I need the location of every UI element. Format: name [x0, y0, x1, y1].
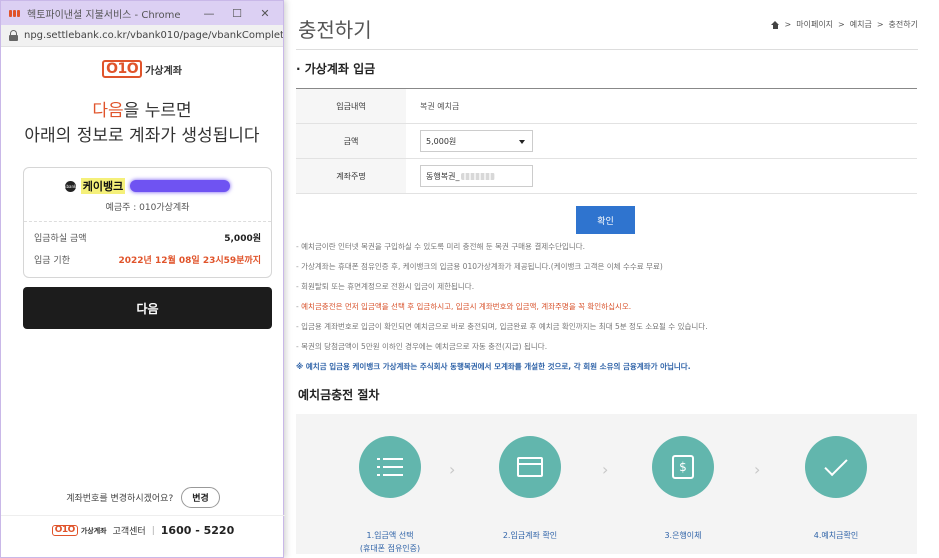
logo-mark: O1O [102, 60, 143, 78]
address-bar[interactable]: npg.settlebank.co.kr/vbank010/page/vbank… [1, 25, 283, 47]
headline: 다음을 누르면 아래의 정보로 계좌가 생성됩니다 [1, 99, 283, 149]
step-1-circle [359, 436, 421, 498]
account-name-label: 계좌주명 [296, 159, 406, 193]
breadcrumb-sep: > [876, 20, 884, 29]
step-3-circle: $ [652, 436, 714, 498]
breadcrumb-mypage[interactable]: 마이페이지 [796, 19, 833, 30]
bank-name: 케이뱅크 [80, 178, 126, 194]
breadcrumb-charge[interactable]: 충전하기 [889, 19, 918, 30]
amount-selected: 5,000원 [426, 136, 457, 146]
footer-logo-mark: O1O [51, 525, 78, 536]
notice-item: 가상계좌는 휴대폰 점유인증 후, 케이뱅크의 입금용 010가상계좌가 제공됩… [296, 257, 918, 277]
form-row-deposit: 입금내역 복권 예치금 [296, 89, 917, 124]
step-1-sublabel: (휴대폰 점유인증) [359, 544, 421, 553]
home-icon[interactable] [770, 20, 780, 29]
headline-line2: 아래의 정보로 계좌가 생성됩니다 [24, 126, 260, 146]
amount-select[interactable]: 5,000원 [420, 130, 533, 152]
dollar-icon: $ [672, 455, 694, 479]
amount-field-label: 금액 [296, 124, 406, 158]
breadcrumb-sep: > [838, 20, 845, 29]
page-title: 충전하기 [298, 18, 372, 42]
account-holder: 예금주 : 010가상계좌 [105, 203, 190, 213]
close-icon[interactable]: ✕ [251, 7, 279, 20]
footer-logo: O1O 가상계좌 [51, 525, 107, 536]
account-name-field[interactable]: 동행복권_ [420, 165, 533, 187]
change-account-row: 계좌번호를 변경하시겠어요? 변경 [1, 487, 285, 508]
step-2-circle [499, 436, 561, 498]
customer-center-phone: 1600 - 5220 [160, 524, 235, 537]
footer-separator: | [151, 525, 155, 536]
title-divider [296, 49, 918, 50]
divider [24, 221, 271, 222]
logo: O1O 가상계좌 [1, 47, 283, 91]
headline-accent: 다음 [92, 101, 124, 121]
step-4: 4.예치금확인 [776, 436, 896, 542]
dropdown-arrow-icon [519, 140, 525, 144]
popup-footer: O1O 가상계좌 고객센터 | 1600 - 5220 [1, 515, 285, 545]
headline-line1: 을 누르면 [123, 101, 192, 121]
notice-item: 복권의 당첨금액이 5만원 이하인 경우에는 예치금으로 자동 충전(지급) 됩… [296, 337, 918, 357]
amount-value: 5,000원 [224, 234, 261, 244]
customer-center-label: 고객센터 [112, 527, 146, 537]
notice-item-warning: 예치금충전은 먼저 입금액을 선택 후 입금하시고, 입금시 계좌번호와 입금액… [296, 297, 918, 317]
window-icon [517, 457, 543, 477]
charge-page: 충전하기 > 마이페이지 > 예치금 > 충전하기 · 가상계좌 입금 입금내역… [296, 0, 924, 558]
notice-item: 회원탈퇴 또는 휴면계정으로 전환시 입금이 제한됩니다. [296, 277, 918, 297]
deposit-value: 복권 예치금 [420, 101, 460, 111]
notice-item: 입금용 계좌번호로 입금이 확인되면 예치금으로 바로 충전되며, 입금완료 후… [296, 317, 918, 337]
window-titlebar: 헥토파이낸셜 지불서비스 - Chrome — ☐ ✕ [1, 1, 283, 25]
section-charge-procedure: 예치금충전 절차 [298, 388, 380, 402]
change-button[interactable]: 변경 [181, 487, 220, 508]
masked-account-number [130, 180, 231, 192]
step-3-label: 3.은행이체 [664, 531, 702, 540]
favicon-icon [9, 8, 22, 18]
deposit-label: 입금내역 [296, 89, 406, 123]
deadline-value: 2022년 12월 08일 23시59분까지 [118, 256, 261, 266]
next-button[interactable]: 다음 [23, 287, 272, 329]
deadline-label: 입금 기한 [34, 256, 70, 266]
deposit-form: 입금내역 복권 예치금 금액 5,000원 계좌주명 동행복권_ [296, 88, 917, 194]
change-question: 계좌번호를 변경하시겠어요? [66, 494, 174, 504]
notice-item-important: ※ 예치금 입금용 케이뱅크 가상계좌는 주식회사 동행복권에서 모계좌를 개설… [296, 362, 691, 371]
payment-popup-window: 헥토파이낸셜 지불서비스 - Chrome — ☐ ✕ npg.settleba… [0, 0, 285, 558]
step-1-label: 1.입금액 선택 [366, 531, 414, 540]
form-row-name: 계좌주명 동행복권_ [296, 159, 917, 194]
notice-list: 예치금이란 인터넷 복권을 구입하실 수 있도록 미리 충전해 둔 복권 구매용… [296, 237, 918, 377]
account-name-value: 동행복권_ [426, 171, 460, 181]
check-icon [824, 452, 848, 476]
maximize-icon[interactable]: ☐ [223, 7, 251, 20]
amount-label: 입금하실 금액 [34, 234, 87, 244]
section-virtual-account: · 가상계좌 입금 [296, 62, 376, 76]
step-3: $ 3.은행이체 [623, 436, 743, 542]
minimize-icon[interactable]: — [195, 7, 223, 20]
breadcrumb-sep: > [784, 20, 792, 29]
chevron-right-icon: › [754, 460, 761, 479]
account-info-card: kbank 케이뱅크 예금주 : 010가상계좌 입금하실 금액 5,000원 … [23, 167, 272, 278]
lock-icon [9, 30, 18, 41]
masked-name [461, 172, 496, 180]
chevron-right-icon: › [449, 460, 456, 479]
kbank-icon: kbank [64, 180, 76, 192]
breadcrumb: > 마이페이지 > 예치금 > 충전하기 [770, 19, 918, 30]
url-text: npg.settlebank.co.kr/vbank010/page/vbank… [24, 30, 283, 41]
step-2-label: 2.입금계좌 확인 [502, 531, 558, 540]
confirm-button[interactable]: 확인 [576, 206, 635, 234]
procedure-steps: 1.입금액 선택 (휴대폰 점유인증) › 2.입금계좌 확인 › $ 3.은행… [296, 414, 917, 554]
step-4-label: 4.예치금확인 [813, 531, 859, 540]
logo-text: 가상계좌 [145, 65, 182, 77]
chevron-right-icon: › [602, 460, 609, 479]
form-row-amount: 금액 5,000원 [296, 124, 917, 159]
step-1: 1.입금액 선택 (휴대폰 점유인증) [330, 436, 450, 555]
footer-logo-text: 가상계좌 [80, 526, 107, 535]
list-icon [377, 456, 403, 478]
notice-item: 예치금이란 인터넷 복권을 구입하실 수 있도록 미리 충전해 둔 복권 구매용… [296, 237, 918, 257]
step-2: 2.입금계좌 확인 [470, 436, 590, 542]
breadcrumb-deposit[interactable]: 예치금 [850, 19, 872, 30]
step-4-circle [805, 436, 867, 498]
window-title: 헥토파이낸셜 지불서비스 - Chrome [27, 9, 181, 21]
